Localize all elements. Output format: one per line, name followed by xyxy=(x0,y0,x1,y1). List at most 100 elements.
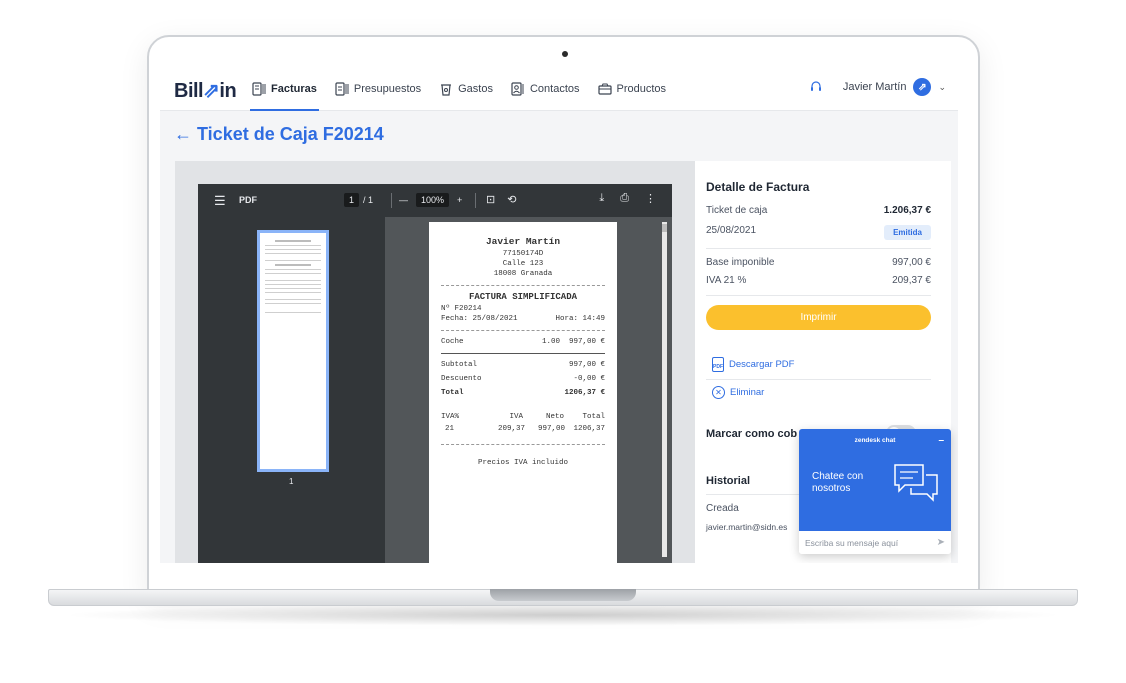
nav-label: Facturas xyxy=(271,83,317,95)
receipt-issuer-name: Javier Martín xyxy=(485,236,561,247)
download-pdf-link[interactable]: PDF Descargar PDF xyxy=(712,357,794,372)
hamburger-menu-icon[interactable]: ☰ xyxy=(214,193,226,209)
receipt-date: Fecha: 25/08/2021 xyxy=(441,315,518,323)
toolbar-divider xyxy=(391,193,392,208)
total-label: Total xyxy=(441,389,464,397)
laptop-camera xyxy=(562,51,568,57)
nav-label: Contactos xyxy=(529,83,580,95)
send-icon[interactable]: ➤ xyxy=(937,537,945,548)
iva-label: IVA 21 % xyxy=(706,275,747,286)
laptop-shadow xyxy=(60,604,1066,626)
print-icon[interactable]: ⎙ xyxy=(620,192,629,205)
page-title[interactable]: ← Ticket de Caja F20214 xyxy=(174,124,384,145)
history-event: Creada xyxy=(706,503,739,514)
headset-icon[interactable] xyxy=(809,80,823,94)
invoice-icon xyxy=(252,82,266,96)
page-total: / 1 xyxy=(363,195,374,205)
pdf-page-area: Javier Martín 77150174D Calle 123 18008 … xyxy=(385,217,672,563)
history-user: javier.martin@sidn.es xyxy=(706,522,788,532)
logo-arrow-icon: ⇗ xyxy=(203,80,220,102)
type-amount: 1.206,37 € xyxy=(883,205,931,216)
tax-cell: 209,37 xyxy=(497,425,525,433)
pdf-scrollbar[interactable] xyxy=(662,222,667,557)
app-screen: Bill⇗in Facturas Presupuestos Gastos Con… xyxy=(160,67,958,563)
avatar[interactable]: ⇗ xyxy=(913,78,932,96)
tax-table-row: 21 209,37 997,00 1206,37 xyxy=(441,424,605,434)
chat-bubbles-icon xyxy=(894,464,938,502)
receipt-discount-row: Descuento -0,00 € xyxy=(441,374,605,384)
pdf-toolbar: ☰ PDF 1 / 1 — 100% + ⊡ ⟲ ⤓ ⎙ ⋮ xyxy=(198,184,672,217)
history-heading: Historial xyxy=(706,475,751,487)
user-menu[interactable]: Javier Martín ⇗ ⌄ xyxy=(809,78,946,96)
rotate-icon[interactable]: ⟲ xyxy=(507,193,516,206)
receipt-divider xyxy=(441,353,605,354)
divider xyxy=(706,379,931,380)
nav-label: Gastos xyxy=(458,83,493,95)
detail-iva-row: IVA 21 % 209,37 € xyxy=(706,275,931,286)
view-controls: ⊡ ⟲ xyxy=(486,193,516,206)
pdf-title: PDF xyxy=(239,195,257,205)
top-navigation-bar: Bill⇗in Facturas Presupuestos Gastos Con… xyxy=(160,67,958,111)
products-icon xyxy=(597,82,612,96)
tax-cell: 21 xyxy=(445,425,455,433)
chat-message-input[interactable]: Escriba su mensaje aquí ➤ xyxy=(799,531,951,554)
receipt-divider xyxy=(441,330,605,331)
chevron-down-icon[interactable]: ⌄ xyxy=(938,82,946,93)
zoom-out-icon[interactable]: — xyxy=(399,195,408,205)
subtotal-value: 997,00 € xyxy=(568,361,605,369)
chat-header: zendesk chat – Chatee con nosotros xyxy=(799,429,951,531)
page-indicator: 1 / 1 xyxy=(344,193,373,207)
total-value: 1206,37 € xyxy=(564,389,605,397)
delete-link[interactable]: ✕ Eliminar xyxy=(712,386,764,399)
billin-logo[interactable]: Bill⇗in xyxy=(174,78,237,103)
nav-item-presupuestos[interactable]: Presupuestos xyxy=(333,67,423,111)
detail-date-row: 25/08/2021 Emitida xyxy=(706,225,931,240)
minimize-icon[interactable]: – xyxy=(938,435,944,446)
chat-placeholder: Escriba su mensaje aquí xyxy=(805,537,899,548)
delete-label: Eliminar xyxy=(730,387,765,398)
item-name: Coche xyxy=(441,338,464,346)
chat-brand: zendesk chat xyxy=(854,437,896,444)
page-thumbnail[interactable] xyxy=(257,230,329,472)
download-icon[interactable]: ⤓ xyxy=(599,192,604,205)
item-amount: 997,00 € xyxy=(568,338,605,346)
zoom-controls: — 100% + xyxy=(399,193,462,207)
toolbar-divider xyxy=(475,193,476,208)
mark-paid-label: Marcar como cob xyxy=(706,428,798,440)
type-label: Ticket de caja xyxy=(706,205,768,216)
nav-item-contactos[interactable]: Contactos xyxy=(509,67,582,111)
receipt-divider xyxy=(441,444,605,445)
nav-item-gastos[interactable]: Gastos xyxy=(437,67,495,111)
zoom-level-input[interactable]: 100% xyxy=(416,193,450,207)
chat-widget: zendesk chat – Chatee con nosotros Escri… xyxy=(799,429,951,554)
iva-value: 209,37 € xyxy=(892,275,931,286)
thumbnail-sidebar: 1 xyxy=(198,217,385,563)
fit-page-icon[interactable]: ⊡ xyxy=(486,193,495,206)
divider xyxy=(706,295,931,296)
nav-item-productos[interactable]: Productos xyxy=(596,67,669,111)
page-number-input[interactable]: 1 xyxy=(344,193,360,207)
receipt-time: Hora: 14:49 xyxy=(555,315,605,323)
laptop-notch xyxy=(490,589,636,601)
thumbnail-page-number: 1 xyxy=(289,477,294,486)
zoom-in-icon[interactable]: + xyxy=(457,195,462,205)
nav-item-facturas[interactable]: Facturas xyxy=(250,67,319,111)
receipt-date-row: Fecha: 25/08/2021 Hora: 14:49 xyxy=(441,314,605,324)
nav-label: Productos xyxy=(616,83,667,95)
pdf-actions: ⤓ ⎙ ⋮ xyxy=(599,192,656,205)
main-nav: Facturas Presupuestos Gastos Contactos P… xyxy=(250,67,668,111)
tax-header: IVA% xyxy=(441,413,460,421)
receipt-city: 18008 Granada xyxy=(493,270,553,278)
receipt-total-row: Total 1206,37 € xyxy=(441,388,605,398)
pdf-file-icon: PDF xyxy=(712,357,724,372)
receipt-doc-title: FACTURA SIMPLIFICADA xyxy=(468,292,578,302)
tax-header: Neto xyxy=(545,413,564,421)
budget-icon xyxy=(335,82,349,96)
more-options-icon[interactable]: ⋮ xyxy=(645,192,656,205)
detail-type-row: Ticket de caja 1.206,37 € xyxy=(706,205,931,216)
divider xyxy=(706,248,931,249)
print-button[interactable]: Imprimir xyxy=(706,305,931,330)
tax-table-header: IVA% IVA Neto Total xyxy=(441,412,605,422)
tax-header: IVA xyxy=(509,413,523,421)
discount-value: -0,00 € xyxy=(573,375,605,383)
